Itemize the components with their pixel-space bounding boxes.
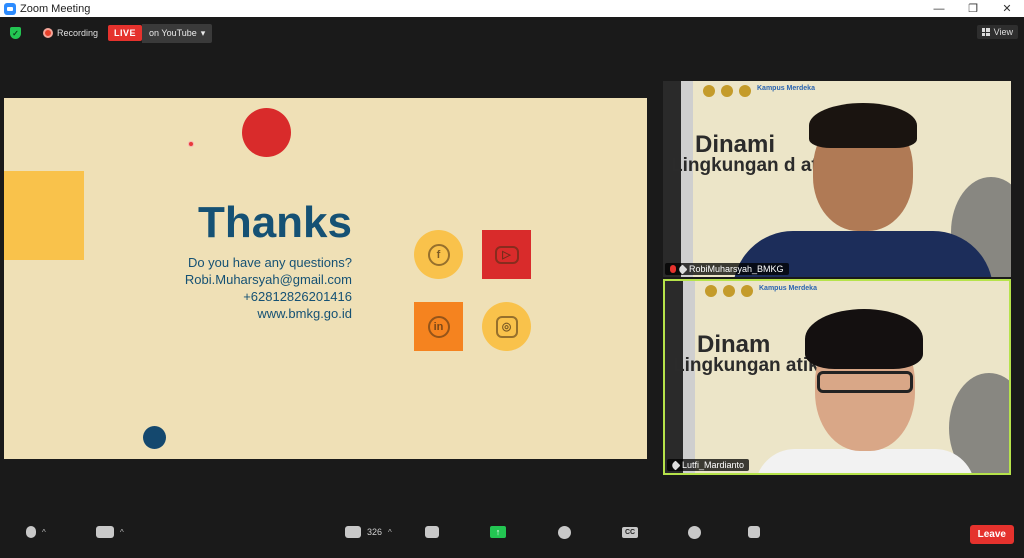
close-button[interactable]: ✕ [990,0,1024,17]
participants-icon [345,526,361,538]
slide-contact-info: Do you have any questions? Robi.Muharsya… [185,254,352,322]
recording-label: Recording [57,28,99,38]
participant-name: Lutfi_Mardianto [682,460,745,470]
facebook-tile: f [414,230,463,279]
youtube-icon: ▷ [494,245,519,264]
linkedin-icon: in [427,315,450,338]
grid-view-icon [981,28,990,36]
livestream-dropdown[interactable]: on YouTube ▾ [142,23,213,43]
video-off-icon[interactable] [96,526,114,538]
recording-icon [43,28,53,38]
video-control[interactable]: ^ [96,523,124,541]
share-screen-button[interactable]: ↑ [490,523,506,541]
decorative-yellow-square [4,171,84,260]
view-label: View [993,27,1013,37]
participant-nametag: RobiMuharsyah_BMKG [665,263,789,275]
kampus-merdeka-logo: Kampus Merdeka [759,285,817,292]
apps-icon [748,526,760,538]
shared-screen-slide: Thanks Do you have any questions? Robi.M… [4,98,647,459]
mic-muted-icon [670,265,676,273]
participant-name: RobiMuharsyah_BMKG [689,264,784,274]
window-controls: — ❐ ✕ [922,0,1024,17]
pin-icon [677,264,688,274]
reactions-button[interactable] [688,523,701,541]
slide-line-email: Robi.Muharsyah@gmail.com [184,272,352,287]
pin-icon [670,460,681,470]
decorative-blue-circle [143,426,166,449]
participant-video-tile[interactable]: Kampus Merdeka Dinami Lingkungan d atika… [663,81,1011,277]
closed-caption-button[interactable]: CC [622,523,638,541]
instagram-icon: ◎ [495,315,518,338]
leave-button[interactable]: Leave [969,525,1014,544]
slide-line-question: Do you have any questions? [187,255,352,270]
meeting-topbar: ✓ Recording LIVE on YouTube ▾ View [0,17,1024,49]
apps-button[interactable] [748,523,760,541]
background-torn-paper [665,281,695,473]
view-button[interactable]: View [976,25,1018,39]
minimize-button[interactable]: — [922,0,956,17]
mic-options-chevron-icon[interactable]: ^ [42,528,46,537]
zoom-app-icon [4,2,16,15]
record-button[interactable] [558,523,571,541]
window-titlebar: Zoom Meeting — ❐ ✕ [0,0,1024,17]
chat-icon [425,526,439,538]
chevron-down-icon: ▾ [200,27,206,38]
window-title: Zoom Meeting [20,2,91,15]
slide-line-phone: +62812826201416 [243,289,352,304]
linkedin-tile: in [414,302,463,351]
share-screen-icon: ↑ [490,526,506,538]
mute-control[interactable]: ^ [26,523,46,541]
participant-nametag: Lutfi_Mardianto [667,459,750,471]
reactions-icon [688,525,701,539]
youtube-tile: ▷ [482,230,531,279]
facebook-icon: f [427,243,450,266]
meeting-toolbar: ^ ^ 326 ^ ↑ CC Leave [0,523,1024,544]
participants-chevron-icon[interactable]: ^ [388,528,392,537]
instagram-tile: ◎ [482,302,531,351]
decorative-red-circle [242,108,291,157]
participants-button[interactable]: 326 ^ [345,523,392,541]
slide-heading: Thanks [197,198,352,247]
security-shield-icon[interactable]: ✓ [10,27,21,39]
cursor-pointer-dot [188,141,194,147]
kampus-merdeka-logo: Kampus Merdeka [757,85,815,92]
closed-caption-icon: CC [622,526,638,538]
event-logos: Kampus Merdeka [703,85,815,97]
background-torn-paper [663,81,693,277]
live-badge: LIVE [108,25,143,41]
livestream-target: on YouTube [149,28,197,38]
record-icon [558,525,571,539]
event-logos: Kampus Merdeka [705,285,817,297]
mic-muted-icon[interactable] [26,526,36,538]
chat-button[interactable] [425,523,439,541]
video-options-chevron-icon[interactable]: ^ [120,528,124,537]
participant-video-tile-active-speaker[interactable]: Kampus Merdeka Dinam Lingkungan atika Lu… [663,279,1011,475]
restore-button[interactable]: ❐ [956,0,990,17]
participant-count: 326 [367,527,383,537]
slide-line-website: www.bmkg.go.id [257,306,352,321]
